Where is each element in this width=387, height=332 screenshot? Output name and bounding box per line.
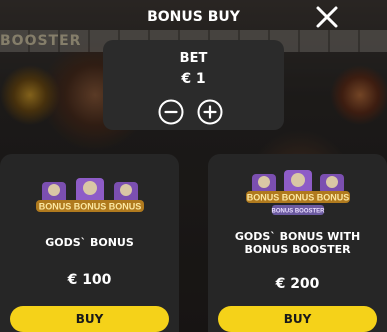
offer-card-gods-bonus-booster: BONUS BONUS BONUS BONUS BOOSTER GODS` BO… bbox=[208, 154, 387, 332]
minus-circle-icon[interactable] bbox=[158, 99, 184, 125]
offer-name-line2: BONUS BOOSTER bbox=[244, 243, 351, 256]
buy-button[interactable]: BUY bbox=[218, 306, 377, 332]
plus-circle-icon[interactable] bbox=[197, 99, 223, 125]
bet-panel: BET € 1 bbox=[103, 40, 284, 130]
offer-name-line1: GODS` BONUS WITH bbox=[234, 230, 361, 243]
buy-button[interactable]: BUY bbox=[10, 306, 169, 332]
bet-label: BET bbox=[179, 51, 208, 66]
logo-text: BONUS BONUS BONUS bbox=[247, 193, 350, 203]
close-icon[interactable] bbox=[314, 4, 340, 30]
logo-text: BONUS BONUS BONUS bbox=[39, 202, 142, 212]
offer-name: GODS` BONUS bbox=[45, 236, 134, 249]
offer-price: € 100 bbox=[67, 272, 112, 288]
offer-card-gods-bonus: BONUS BONUS BONUS GODS` BONUS € 100 BUY bbox=[0, 154, 179, 332]
offer-price: € 200 bbox=[275, 276, 320, 292]
bet-value: € 1 bbox=[181, 71, 206, 87]
gods-bonus-logo: BONUS BONUS BONUS bbox=[36, 178, 144, 212]
logo-subtext: BONUS BOOSTER bbox=[271, 209, 325, 215]
gods-bonus-booster-logo: BONUS BONUS BONUS BONUS BOOSTER bbox=[246, 170, 350, 215]
